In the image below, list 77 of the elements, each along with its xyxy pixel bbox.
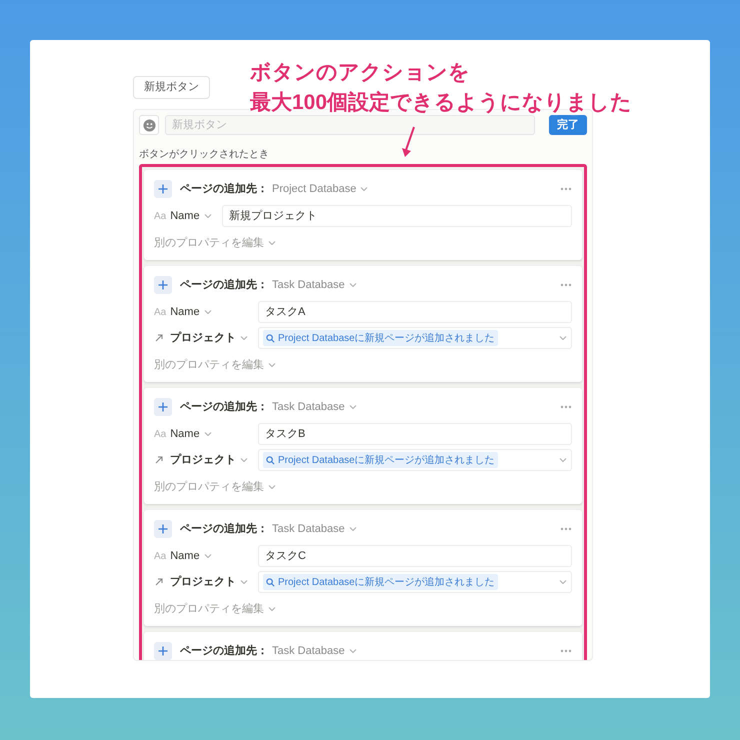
chevron-down-icon [268,240,276,246]
chevron-down-icon [240,579,248,585]
emoji-icon[interactable] [139,115,159,135]
search-icon [266,578,275,586]
database-selector[interactable]: Task Database [272,398,357,416]
name-field[interactable]: タスクC [258,545,572,567]
chevron-down-icon [348,526,357,532]
chevron-down-icon [559,579,567,585]
more-icon[interactable] [560,527,572,531]
relation-value: Project Databaseに新規ページが追加されました [278,576,495,590]
chevron-down-icon [204,431,212,437]
action-label: ページの追加先： [180,522,268,537]
chevron-down-icon [348,282,357,288]
button-name-field[interactable]: 新規ボタン [165,115,535,135]
relation-value: Project Databaseに新規ページが追加されました [278,332,495,346]
database-selector[interactable]: Task Database [272,276,357,294]
done-button[interactable]: 完了 [549,115,587,135]
add-page-icon [154,398,172,416]
chevron-down-icon [348,648,357,654]
more-icon[interactable] [560,405,572,409]
name-field[interactable]: タスクA [258,301,572,323]
action-label: ページの追加先： [180,400,268,415]
chevron-down-icon [268,362,276,368]
preview-button[interactable]: 新規ボタン [133,76,210,99]
chevron-down-icon [268,606,276,612]
chevron-down-icon [268,484,276,490]
trigger-label: ボタンがクリックされたとき [139,148,270,162]
chevron-down-icon [204,309,212,315]
edit-other-properties[interactable]: 別のプロパティを編集 [154,356,264,374]
callout-text: ボタンのアクションを [250,60,471,86]
chevron-down-icon [559,335,567,341]
property-name[interactable]: プロジェクト [170,452,236,468]
text-type-icon: Aa [154,304,166,320]
database-selector[interactable]: Task Database [272,520,357,538]
database-selector[interactable]: Project Database [272,180,368,198]
text-type-icon: Aa [154,426,166,442]
property-name[interactable]: Name [170,304,200,320]
search-icon [266,456,275,464]
property-name[interactable]: Name [170,208,200,224]
relation-field[interactable]: Project Databaseに新規ページが追加されました [258,449,572,471]
property-name[interactable]: プロジェクト [170,574,236,590]
callout-text: 最大100個設定できるようになりました [250,90,632,116]
search-icon [266,334,275,342]
arrow-up-right-icon [154,577,164,587]
action-label: ページの追加先： [180,644,268,659]
relation-field[interactable]: Project Databaseに新規ページが追加されました [258,571,572,593]
callout-arrow [401,126,417,158]
more-icon[interactable] [560,283,572,287]
edit-other-properties[interactable]: 別のプロパティを編集 [154,478,264,496]
action-label: ページの追加先： [180,182,268,197]
arrow-up-right-icon [154,455,164,465]
chevron-down-icon [204,553,212,559]
relation-field[interactable]: Project Databaseに新規ページが追加されました [258,327,572,349]
add-page-icon [154,180,172,198]
add-page-icon [154,520,172,538]
edit-other-properties[interactable]: 別のプロパティを編集 [154,234,264,252]
chevron-down-icon [559,457,567,463]
action-label: ページの追加先： [180,278,268,293]
property-name[interactable]: Name [170,426,200,442]
property-name[interactable]: プロジェクト [170,330,236,346]
chevron-down-icon [240,335,248,341]
chevron-down-icon [360,186,368,192]
name-field[interactable]: タスクB [258,423,572,445]
text-type-icon: Aa [154,548,166,564]
more-icon[interactable] [560,187,572,191]
database-selector[interactable]: Task Database [272,642,357,660]
more-icon[interactable] [560,649,572,653]
chevron-down-icon [204,213,212,219]
property-name[interactable]: Name [170,548,200,564]
chevron-down-icon [348,404,357,410]
name-field[interactable]: 新規プロジェクト [222,205,572,227]
edit-other-properties[interactable]: 別のプロパティを編集 [154,600,264,618]
add-page-icon [154,276,172,294]
arrow-up-right-icon [154,333,164,343]
chevron-down-icon [240,457,248,463]
text-type-icon: Aa [154,208,166,224]
relation-value: Project Databaseに新規ページが追加されました [278,454,495,468]
